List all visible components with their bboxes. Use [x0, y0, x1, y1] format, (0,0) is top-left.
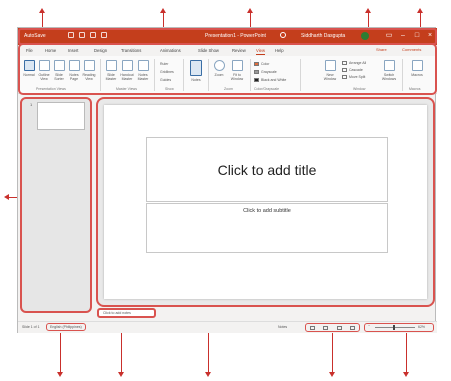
subtitle-placeholder[interactable]: Click to add subtitle: [146, 203, 388, 253]
callout-arrow-tip: [329, 372, 335, 377]
slide-editing-area[interactable]: Click to add title Click to add subtitle: [96, 97, 435, 307]
title-placeholder[interactable]: Click to add title: [146, 137, 388, 202]
view-buttons: [305, 323, 360, 332]
callout-arrow-title-bar: [250, 13, 251, 28]
title-placeholder-text: Click to add title: [217, 161, 317, 178]
powerpoint-window: AutoSave Presentation1 - PowerPoint Sidd…: [17, 27, 437, 333]
callout-arrow-tip: [160, 8, 166, 13]
callout-arrow-view-buttons: [332, 333, 333, 373]
callout-arrow-tip: [247, 8, 253, 13]
callout-arrow-tip: [365, 8, 371, 13]
slide-canvas[interactable]: Click to add title Click to add subtitle: [104, 105, 427, 299]
zoom-out-icon[interactable]: −: [368, 324, 370, 328]
slide-count: Slide 1 of 1: [22, 325, 40, 329]
callout-arrow-tip: [118, 372, 124, 377]
zoom-level[interactable]: 62%: [418, 325, 425, 329]
zoom-slider-handle[interactable]: [393, 325, 395, 330]
callout-arrow-tip: [57, 372, 63, 377]
callout-arrow-quick-access: [42, 13, 43, 28]
notes-placeholder-text: Click to add notes: [103, 311, 131, 315]
callout-arrow-tip: [205, 372, 211, 377]
callout-arrow-status-bar: [60, 333, 61, 373]
notes-pane[interactable]: Click to add notes: [97, 308, 156, 318]
language-indicator[interactable]: English (Philippines): [46, 323, 86, 331]
notes-toggle-button[interactable]: Notes: [278, 325, 287, 329]
callout-arrow-tip: [403, 372, 409, 377]
callout-arrow-tip: [39, 8, 45, 13]
slideshow-icon[interactable]: [349, 325, 355, 330]
callout-arrow-account: [368, 13, 369, 28]
normal-view-icon[interactable]: [310, 325, 316, 330]
reading-view-icon[interactable]: [336, 325, 342, 330]
slide-thumbnail-pane[interactable]: 1: [20, 97, 92, 313]
slide-thumbnail[interactable]: [37, 102, 85, 130]
zoom-control: − 62%: [364, 323, 434, 332]
status-bar: Slide 1 of 1 English (Philippines) Notes…: [18, 321, 437, 333]
callout-arrow-zoom: [406, 333, 407, 373]
callout-arrow-tip: [417, 8, 423, 13]
zoom-slider[interactable]: [375, 327, 415, 328]
callout-arrow-tabs: [163, 13, 164, 28]
callout-arrow-tip: [4, 194, 9, 200]
subtitle-placeholder-text: Click to add subtitle: [243, 208, 291, 214]
callout-arrow-window-controls: [420, 13, 421, 28]
annotated-screenshot: AutoSave Presentation1 - PowerPoint Sidd…: [0, 0, 451, 381]
ribbon-highlight: [18, 43, 437, 95]
slide-number: 1: [30, 102, 33, 107]
slide-sorter-icon[interactable]: [323, 325, 329, 330]
